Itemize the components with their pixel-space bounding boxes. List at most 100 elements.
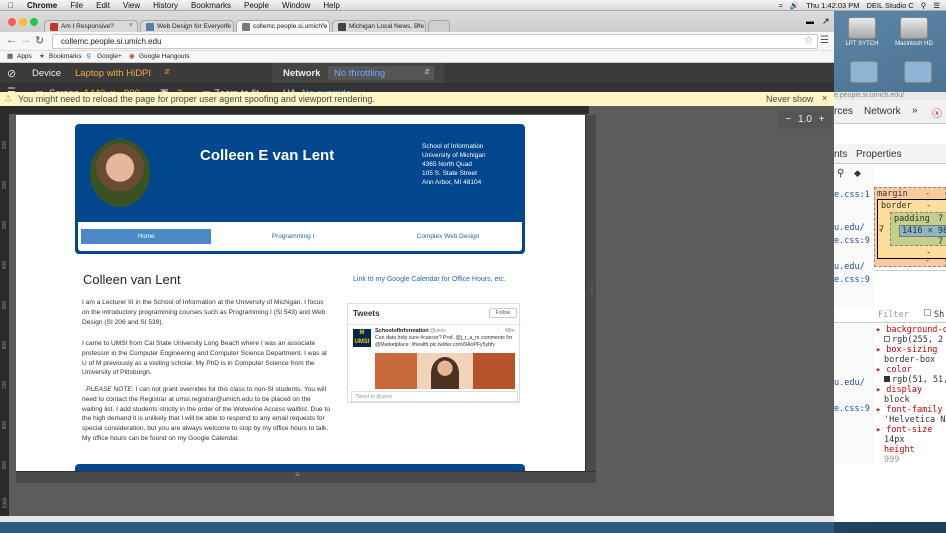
- minimize-window-icon[interactable]: [19, 18, 27, 26]
- star-icon[interactable]: ☆: [804, 35, 813, 46]
- ruler-tick: 500: [2, 300, 9, 310]
- prop-name[interactable]: ▸ display: [876, 385, 922, 395]
- nav-complex-web-design[interactable]: Complex Web Design: [378, 229, 518, 244]
- close-tab-icon[interactable]: ×: [225, 22, 229, 29]
- menu-people[interactable]: People: [244, 1, 269, 10]
- prop-value: 999: [884, 455, 900, 465]
- filter-input[interactable]: Filter: [878, 310, 909, 320]
- follow-button[interactable]: Follow: [489, 308, 517, 318]
- volume-icon[interactable]: 🔊: [790, 1, 799, 10]
- menu-icon[interactable]: ☰: [820, 35, 829, 46]
- menu-file[interactable]: File: [70, 1, 83, 10]
- bookmarks-bar: ▦ Apps ★ Bookmarks g Google+ ◉ Google Ha…: [0, 51, 834, 63]
- close-window-icon[interactable]: [8, 18, 16, 26]
- viewport-resize-right[interactable]: ⋮: [585, 115, 596, 483]
- menu-chrome[interactable]: Chrome: [27, 1, 57, 10]
- pin-icon[interactable]: ⚲: [837, 168, 844, 179]
- close-tab-icon[interactable]: ×: [129, 22, 133, 29]
- back-icon[interactable]: ←: [6, 34, 17, 46]
- tweet-to-input[interactable]: Tweet to @umsi: [351, 391, 518, 402]
- vertical-ruler: 100 200 300 400 500 600 700 800 900 1000: [0, 106, 9, 516]
- hangouts-icon: ◉: [129, 53, 135, 60]
- ruler-tick: 800: [2, 420, 9, 430]
- computed-styles: ▸ background-co rgb(255, 2 ▸ box-sizing …: [874, 325, 946, 465]
- close-warning-icon[interactable]: ×: [822, 93, 827, 103]
- menu-view[interactable]: View: [123, 1, 140, 10]
- more-tabs-icon[interactable]: »: [912, 105, 918, 116]
- device-select[interactable]: Laptop with HiDPI: [75, 68, 151, 79]
- show-all-checkbox[interactable]: [924, 309, 931, 316]
- toggle-element-state-icon[interactable]: ◆: [854, 168, 861, 179]
- bio-paragraph-1: I am a Lecturer III in the School of Inf…: [82, 299, 326, 326]
- desktop-disk-1-label: LPT SYTCH: [845, 41, 879, 47]
- forward-icon[interactable]: →: [20, 34, 31, 46]
- tab-network[interactable]: Network: [864, 106, 901, 117]
- zoom-in-button[interactable]: +: [819, 114, 825, 125]
- color-swatch-icon[interactable]: [884, 336, 890, 342]
- network-select[interactable]: No throttling ⇵: [328, 66, 434, 80]
- desktop-disk-1[interactable]: LPT SYTCH: [836, 17, 888, 47]
- prop-name[interactable]: height: [884, 445, 915, 455]
- tab-label: Am I Responsive?: [61, 23, 114, 30]
- tweet-user[interactable]: SchoolofInformation: [375, 328, 429, 334]
- prop-name[interactable]: ▸ font-family: [876, 405, 943, 415]
- apple-icon[interactable]: : [8, 1, 18, 10]
- tab-properties[interactable]: Properties: [856, 149, 902, 160]
- prop-value: 'Helvetica Ne: [884, 415, 946, 425]
- menu-edit[interactable]: Edit: [96, 1, 110, 10]
- box-padding-bottom: 7: [938, 237, 944, 247]
- address-bar[interactable]: collemc.people.si.umich.edu ☆: [52, 34, 818, 49]
- viewport-resize-bottom[interactable]: ≡: [16, 470, 596, 483]
- resize-handle-icon: ≡: [295, 470, 300, 479]
- menu-window[interactable]: Window: [282, 1, 310, 10]
- bookmark-apps[interactable]: Apps: [17, 53, 32, 60]
- never-show-link[interactable]: Never show: [766, 94, 814, 104]
- prop-name[interactable]: ▸ font-size: [876, 425, 932, 435]
- favicon-icon: [242, 23, 250, 31]
- bookmark-google-plus[interactable]: Google+: [97, 53, 122, 60]
- tab-event-listeners[interactable]: nts: [834, 149, 847, 160]
- divider: [834, 322, 946, 323]
- zoom-window-icon[interactable]: [30, 18, 38, 26]
- source-link[interactable]: u.edu/: [834, 223, 865, 233]
- list-icon[interactable]: ☰: [933, 1, 940, 10]
- search-icon[interactable]: ⚲: [921, 1, 927, 10]
- zoom-out-button[interactable]: −: [785, 114, 791, 125]
- google-calendar-link[interactable]: Link to my Google Calendar for Office Ho…: [353, 276, 506, 283]
- clock-text[interactable]: Thu 1:42:03 PM: [806, 1, 859, 10]
- user-name[interactable]: DEIL Studio C: [867, 1, 914, 10]
- tab-sources[interactable]: rces: [834, 106, 853, 117]
- prop-name[interactable]: ▸ box-sizing: [876, 345, 937, 355]
- desktop-folder-1[interactable]: [838, 61, 890, 85]
- source-link[interactable]: u.edu/: [834, 378, 865, 388]
- ruler-tick: 300: [2, 220, 9, 230]
- nav-home[interactable]: Home: [81, 229, 211, 244]
- bookmark-bookmarks[interactable]: Bookmarks: [49, 53, 82, 60]
- desktop-folder-2[interactable]: [892, 61, 944, 85]
- menu-history[interactable]: History: [153, 1, 178, 10]
- wifi-icon[interactable]: ≈: [779, 1, 783, 10]
- error-icon[interactable]: ⓧ: [932, 105, 942, 120]
- source-link[interactable]: e.css:9: [834, 275, 870, 285]
- close-tab-icon[interactable]: ×: [417, 22, 421, 29]
- block-icon[interactable]: ⊘: [7, 67, 16, 80]
- source-link[interactable]: u.edu/: [834, 262, 865, 272]
- fullscreen-icon[interactable]: ↗: [822, 16, 830, 27]
- source-link[interactable]: e.css:1: [834, 190, 870, 200]
- reload-icon[interactable]: ↻: [35, 34, 44, 47]
- bookmark-hangouts[interactable]: Google Hangouts: [139, 53, 190, 60]
- devtools-panel: e.people.si.umich.edu/ rces Network » ⓧ …: [834, 92, 946, 522]
- apps-icon[interactable]: ▦: [7, 52, 13, 60]
- source-link[interactable]: e.css:9: [834, 404, 870, 414]
- source-link[interactable]: e.css:9: [834, 236, 870, 246]
- menu-bookmarks[interactable]: Bookmarks: [191, 1, 231, 10]
- prop-name[interactable]: ▸ color: [876, 365, 912, 375]
- prop-name[interactable]: ▸ background-co: [876, 325, 946, 335]
- nav-programming[interactable]: Programming I: [238, 229, 348, 244]
- people-icon[interactable]: ▬: [806, 17, 814, 26]
- color-swatch-icon[interactable]: [884, 376, 890, 382]
- desktop-disk-2[interactable]: Macintosh HD: [888, 17, 940, 47]
- close-tab-icon[interactable]: ×: [321, 22, 325, 29]
- tweet-photo[interactable]: [375, 353, 515, 389]
- menu-help[interactable]: Help: [323, 1, 339, 10]
